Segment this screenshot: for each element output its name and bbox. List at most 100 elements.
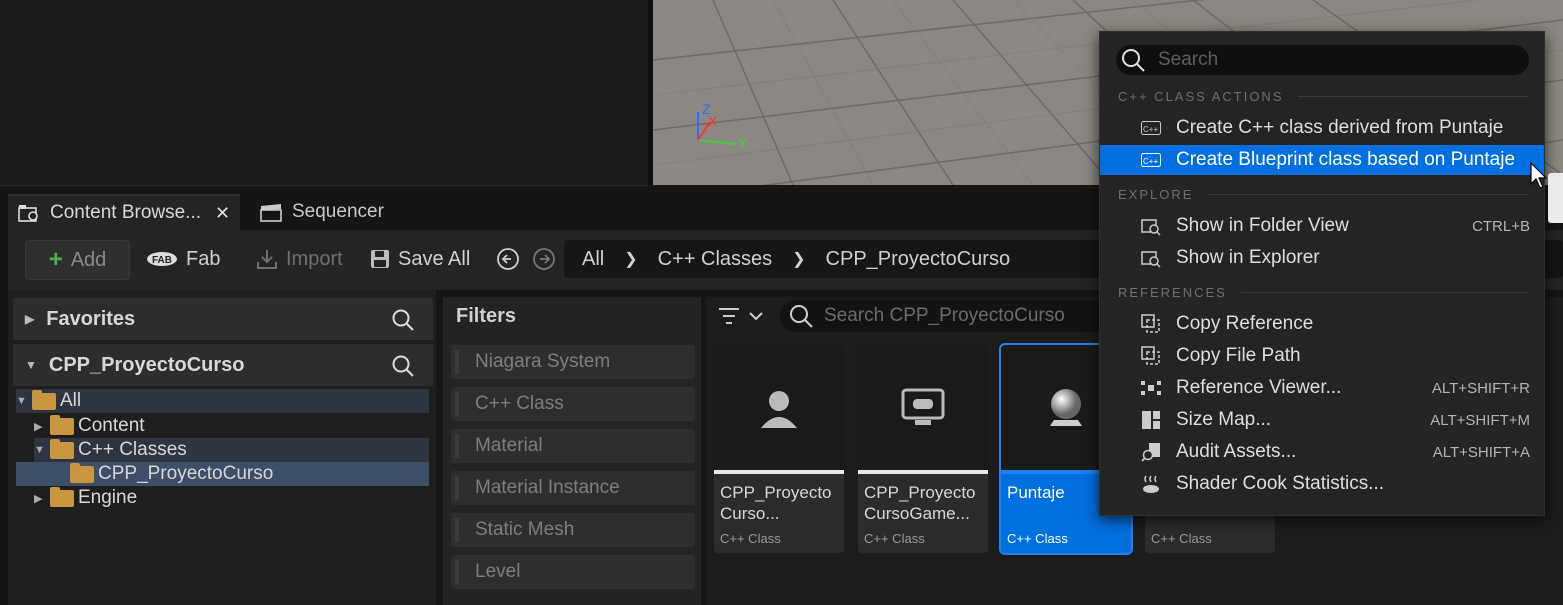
asset-type: C++ Class	[1007, 531, 1068, 546]
add-button[interactable]: + Add	[25, 240, 130, 280]
menu-item-copy-file-path[interactable]: Copy File Path	[1100, 341, 1544, 371]
asset-card[interactable]: CPP_Proyecto Curso... C++ Class	[714, 345, 844, 553]
size-map-icon	[1141, 410, 1161, 430]
tree-item-label: CPP_ProyectoCurso	[98, 463, 274, 484]
menu-item-shortcut: ALT+SHIFT+A	[1432, 443, 1530, 461]
menu-item-create-blueprint-class[interactable]: C++ Create Blueprint class based on Punt…	[1100, 145, 1544, 175]
save-icon	[370, 249, 390, 269]
import-button-label: Import	[286, 247, 343, 270]
svg-text:C++: C++	[1143, 157, 1158, 166]
collapse-arrow-icon[interactable]: ▼	[16, 395, 32, 407]
menu-item-copy-reference[interactable]: Copy Reference	[1100, 309, 1544, 339]
cpp-class-icon: C++	[1141, 118, 1161, 138]
import-icon	[256, 248, 278, 270]
steam-icon	[1141, 474, 1161, 494]
menu-item-show-in-folder-view[interactable]: Show in Folder View CTRL+B	[1100, 211, 1544, 241]
fab-button-label: Fab	[186, 247, 221, 270]
expand-arrow-icon[interactable]: ▶	[25, 312, 34, 326]
asset-type: C++ Class	[864, 531, 925, 546]
back-arrow-icon[interactable]	[496, 247, 520, 271]
folder-search-icon	[1141, 216, 1161, 236]
filter-cpp-class[interactable]: C++ Class	[451, 387, 695, 421]
menu-item-reference-viewer[interactable]: Reference Viewer... ALT+SHIFT+R	[1100, 373, 1544, 403]
sources-panel: ▶ Favorites ▼ CPP_ProyectoCurso ▼ All ▶ …	[8, 290, 436, 605]
axis-x-label: X	[708, 113, 718, 129]
menu-section-explore: EXPLORE	[1118, 187, 1528, 202]
project-label: CPP_ProyectoCurso	[48, 353, 245, 376]
search-icon[interactable]	[391, 308, 415, 332]
filter-material[interactable]: Material	[451, 429, 695, 463]
chevron-right-icon[interactable]: ❯	[792, 249, 805, 269]
audit-icon	[1141, 442, 1161, 462]
chevron-right-icon[interactable]: ❯	[624, 249, 637, 269]
mouse-cursor-icon	[1530, 162, 1548, 189]
copy-icon	[1141, 314, 1161, 334]
tab-sequencer-label: Sequencer	[292, 201, 384, 222]
folder-icon	[50, 486, 74, 507]
filter-material-instance[interactable]: Material Instance	[451, 471, 695, 505]
tab-sequencer[interactable]: Sequencer	[256, 194, 416, 230]
favorites-header[interactable]: ▶ Favorites	[13, 298, 433, 340]
menu-item-create-cpp-class[interactable]: C++ Create C++ class derived from Puntaj…	[1100, 113, 1544, 143]
collapse-arrow-icon[interactable]: ▼	[34, 444, 50, 456]
menu-item-size-map[interactable]: Size Map... ALT+SHIFT+M	[1100, 405, 1544, 435]
fab-logo-icon: FAB	[146, 251, 178, 267]
menu-item-show-in-explorer[interactable]: Show in Explorer	[1100, 243, 1544, 273]
filters-title: Filters	[456, 305, 517, 327]
menu-item-shortcut: ALT+SHIFT+R	[1431, 379, 1530, 397]
menu-item-shortcut: ALT+SHIFT+M	[1430, 411, 1530, 429]
breadcrumb-all[interactable]: All	[582, 248, 604, 271]
copy-icon	[1141, 346, 1161, 366]
filter-niagara-system[interactable]: Niagara System	[451, 345, 695, 379]
expand-arrow-icon[interactable]: ▶	[34, 420, 50, 433]
menu-item-audit-assets[interactable]: Audit Assets... ALT+SHIFT+A	[1100, 437, 1544, 467]
tree-item-cpp-proyectocurso[interactable]: CPP_ProyectoCurso	[16, 462, 429, 486]
tree-item-all[interactable]: ▼ All	[16, 389, 429, 413]
search-icon	[790, 305, 813, 328]
asset-type: C++ Class	[720, 531, 781, 546]
menu-item-shader-cook-statistics[interactable]: Shader Cook Statistics...	[1100, 469, 1544, 499]
axis-y-label: Y	[738, 135, 748, 151]
tree-item-label: Engine	[78, 487, 138, 508]
menu-item-label: Show in Folder View	[1176, 215, 1349, 236]
asset-card[interactable]: CPP_Proyecto CursoGame... C++ Class	[858, 345, 988, 553]
clapper-icon	[260, 201, 282, 223]
expand-arrow-icon[interactable]: ▶	[34, 492, 50, 505]
menu-search-input[interactable]: Search	[1116, 45, 1529, 75]
menu-item-label: Copy Reference	[1176, 313, 1314, 334]
tree-item-engine[interactable]: ▶ Engine	[34, 486, 429, 510]
save-all-button[interactable]: Save All	[370, 240, 470, 278]
tab-content-browser[interactable]: Content Browse... ✕	[8, 194, 240, 230]
folder-open-icon	[32, 389, 56, 410]
asset-search-placeholder: Search CPP_ProyectoCurso	[824, 305, 1065, 326]
game-mode-icon	[901, 388, 945, 425]
search-icon	[1122, 49, 1145, 72]
filters-panel: Filters Niagara System C++ Class Materia…	[443, 297, 701, 605]
import-button[interactable]: Import	[256, 240, 343, 278]
close-icon[interactable]: ✕	[215, 203, 230, 224]
collapse-arrow-icon[interactable]: ▼	[25, 358, 37, 372]
outliner-panel	[0, 0, 648, 186]
project-header[interactable]: ▼ CPP_ProyectoCurso	[13, 344, 433, 386]
breadcrumb-cpp-classes[interactable]: C++ Classes	[658, 248, 773, 271]
tree-item-content[interactable]: ▶ Content	[34, 414, 429, 438]
character-icon	[761, 390, 797, 428]
svg-text:FAB: FAB	[152, 255, 172, 266]
asset-search-input[interactable]: Search CPP_ProyectoCurso	[780, 300, 1110, 332]
tab-content-browser-label: Content Browse...	[50, 202, 202, 223]
axis-gizmo: Z X Y	[697, 101, 748, 151]
filter-level[interactable]: Level	[451, 555, 695, 589]
breadcrumb-project[interactable]: CPP_ProyectoCurso	[826, 248, 1011, 271]
menu-item-label: Show in Explorer	[1176, 247, 1320, 268]
content-browser-icon	[18, 202, 40, 224]
filter-dropdown-icon[interactable]	[716, 305, 766, 327]
tree-item-cpp-classes[interactable]: ▼ C++ Classes	[34, 438, 429, 462]
filter-static-mesh[interactable]: Static Mesh	[451, 513, 695, 547]
search-icon[interactable]	[391, 354, 415, 378]
menu-item-shortcut: CTRL+B	[1472, 217, 1530, 235]
forward-arrow-icon[interactable]	[532, 247, 556, 271]
save-all-button-label: Save All	[398, 247, 471, 270]
fab-button[interactable]: FAB Fab	[146, 240, 220, 278]
asset-name: CPP_Proyecto Curso...	[720, 483, 832, 523]
tooltip-partial	[1548, 173, 1563, 223]
